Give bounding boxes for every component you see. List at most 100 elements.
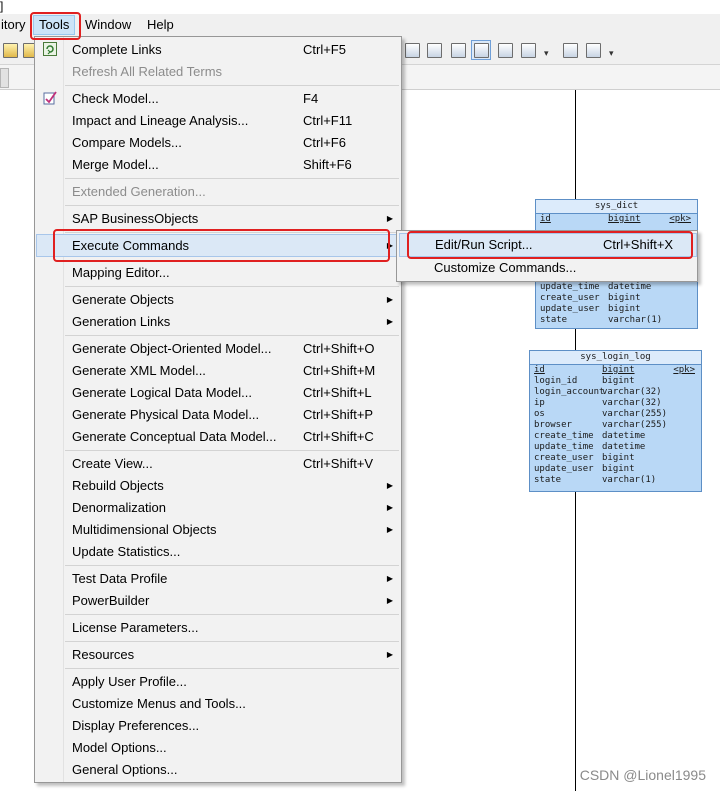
menu-item-generate-ldm[interactable]: Generate Logical Data Model... Ctrl+Shif… bbox=[37, 382, 399, 404]
menu-item-generate-oom[interactable]: Generate Object-Oriented Model... Ctrl+S… bbox=[37, 338, 399, 360]
menu-item-generate-cdm[interactable]: Generate Conceptual Data Model... Ctrl+S… bbox=[37, 426, 399, 448]
menu-item-generation-links[interactable]: Generation Links ▶ bbox=[37, 311, 399, 333]
menu-item-update-statistics[interactable]: Update Statistics... bbox=[37, 541, 399, 563]
menu-item-create-view[interactable]: Create View... Ctrl+Shift+V bbox=[37, 453, 399, 475]
menu-item-impact-lineage[interactable]: Impact and Lineage Analysis... Ctrl+F11 bbox=[37, 110, 399, 132]
menu-item-refresh-terms[interactable]: Refresh All Related Terms bbox=[37, 61, 399, 83]
table-row: state varchar(1) bbox=[536, 315, 697, 326]
column-type: bigint bbox=[602, 464, 635, 474]
toolbar-overflow-icon-2[interactable]: ▾ bbox=[609, 48, 614, 59]
menu-item-check-model[interactable]: Check Model... F4 bbox=[37, 88, 399, 110]
menu-item-apply-user-profile[interactable]: Apply User Profile... bbox=[37, 671, 399, 693]
column-name: state bbox=[540, 315, 568, 325]
menu-item-general-options[interactable]: General Options... bbox=[37, 759, 399, 781]
column-name: ip bbox=[534, 398, 545, 408]
submenu-arrow-icon: ▶ bbox=[386, 214, 393, 223]
column-key: <pk> bbox=[669, 214, 691, 224]
comment-icon[interactable] bbox=[495, 40, 515, 60]
menu-separator bbox=[65, 614, 399, 615]
table-row: update_user bigint bbox=[536, 304, 697, 315]
column-type: bigint bbox=[602, 376, 635, 386]
menu-item-sap-businessobjects[interactable]: SAP BusinessObjects ▶ bbox=[37, 208, 399, 230]
menu-item-customize-commands[interactable]: Customize Commands... bbox=[399, 257, 695, 279]
table-row: update_time datetime bbox=[530, 442, 701, 453]
column-name: login_account bbox=[534, 387, 605, 397]
column-type: varchar(1) bbox=[608, 315, 663, 325]
submenu-arrow-icon: ▶ bbox=[386, 650, 393, 659]
annotation-box-execute-commands bbox=[53, 229, 390, 262]
submenu-arrow-icon: ▶ bbox=[386, 596, 393, 605]
list-icon[interactable] bbox=[518, 40, 538, 60]
zoom-icon[interactable] bbox=[471, 40, 491, 60]
annotation-box-edit-run-script bbox=[407, 231, 693, 259]
column-name: create_user bbox=[534, 453, 594, 463]
menu-separator bbox=[65, 450, 399, 451]
submenu-arrow-icon: ▶ bbox=[386, 317, 393, 326]
column-name: login_id bbox=[534, 376, 578, 386]
menu-item-complete-links[interactable]: Complete Links Ctrl+F5 bbox=[37, 39, 399, 61]
table-row: browser varchar(255) bbox=[530, 420, 701, 431]
table-row: id bigint <pk> bbox=[536, 214, 697, 225]
column-type: bigint bbox=[602, 365, 635, 375]
tools-menu: Complete Links Ctrl+F5 Refresh All Relat… bbox=[34, 36, 402, 783]
menu-item-generate-xml[interactable]: Generate XML Model... Ctrl+Shift+M bbox=[37, 360, 399, 382]
column-type: varchar(255) bbox=[602, 409, 668, 419]
menu-help[interactable]: Help bbox=[142, 16, 179, 34]
panel-tab[interactable] bbox=[0, 68, 9, 88]
menu-repository[interactable]: itory bbox=[0, 16, 31, 34]
diagram-icon[interactable] bbox=[424, 40, 444, 60]
column-type: datetime bbox=[602, 431, 646, 441]
column-name: create_user bbox=[540, 293, 600, 303]
open-icon[interactable] bbox=[0, 40, 20, 60]
menu-separator bbox=[65, 178, 399, 179]
menu-item-license-parameters[interactable]: License Parameters... bbox=[37, 617, 399, 639]
menu-window[interactable]: Window bbox=[80, 16, 136, 34]
column-name: id bbox=[540, 214, 551, 224]
menu-item-customize-menus[interactable]: Customize Menus and Tools... bbox=[37, 693, 399, 715]
sys-login-log-table[interactable]: sys_login_log id bigint <pk> login_id big… bbox=[529, 350, 702, 492]
menu-item-test-data-profile[interactable]: Test Data Profile ▶ bbox=[37, 568, 399, 590]
model-view-icon[interactable] bbox=[402, 40, 422, 60]
submenu-arrow-icon: ▶ bbox=[386, 481, 393, 490]
menu-separator bbox=[65, 85, 399, 86]
column-type: datetime bbox=[602, 442, 646, 452]
menu-item-merge-model[interactable]: Merge Model... Shift+F6 bbox=[37, 154, 399, 176]
menu-item-powerbuilder[interactable]: PowerBuilder ▶ bbox=[37, 590, 399, 612]
column-type: varchar(32) bbox=[602, 387, 662, 397]
table-row: create_user bigint bbox=[530, 453, 701, 464]
table-row: update_time datetime bbox=[536, 282, 697, 293]
table-row: login_id bigint bbox=[530, 376, 701, 387]
column-type: bigint bbox=[608, 304, 641, 314]
menu-item-generate-objects[interactable]: Generate Objects ▶ bbox=[37, 289, 399, 311]
watermark: CSDN @Lionel1995 bbox=[579, 767, 706, 783]
table-row: id bigint <pk> bbox=[530, 365, 701, 376]
table-row: os varchar(255) bbox=[530, 409, 701, 420]
complete-links-icon bbox=[43, 42, 57, 56]
menu-item-extended-generation[interactable]: Extended Generation... bbox=[37, 181, 399, 203]
column-name: update_time bbox=[534, 442, 594, 452]
column-type: varchar(32) bbox=[602, 398, 662, 408]
column-type: varchar(1) bbox=[602, 475, 657, 485]
column-type: datetime bbox=[608, 282, 652, 292]
menu-item-display-preferences[interactable]: Display Preferences... bbox=[37, 715, 399, 737]
menu-item-multidimensional[interactable]: Multidimensional Objects ▶ bbox=[37, 519, 399, 541]
menu-item-compare-models[interactable]: Compare Models... Ctrl+F6 bbox=[37, 132, 399, 154]
submenu-arrow-icon: ▶ bbox=[386, 295, 393, 304]
column-name: os bbox=[534, 409, 545, 419]
print-preview-icon[interactable] bbox=[560, 40, 580, 60]
menu-separator bbox=[65, 205, 399, 206]
toolbar-overflow-icon[interactable]: ▾ bbox=[544, 48, 549, 59]
menu-item-mapping-editor[interactable]: Mapping Editor... bbox=[37, 262, 399, 284]
submenu-arrow-icon: ▶ bbox=[386, 574, 393, 583]
column-name: id bbox=[534, 365, 545, 375]
column-name: create_time bbox=[534, 431, 594, 441]
properties-icon[interactable] bbox=[448, 40, 468, 60]
menu-item-model-options[interactable]: Model Options... bbox=[37, 737, 399, 759]
menu-item-generate-pdm[interactable]: Generate Physical Data Model... Ctrl+Shi… bbox=[37, 404, 399, 426]
menu-item-resources[interactable]: Resources ▶ bbox=[37, 644, 399, 666]
menu-item-denormalization[interactable]: Denormalization ▶ bbox=[37, 497, 399, 519]
column-name: state bbox=[534, 475, 562, 485]
menu-item-rebuild-objects[interactable]: Rebuild Objects ▶ bbox=[37, 475, 399, 497]
print-icon[interactable] bbox=[583, 40, 603, 60]
column-key: <pk> bbox=[673, 365, 695, 375]
